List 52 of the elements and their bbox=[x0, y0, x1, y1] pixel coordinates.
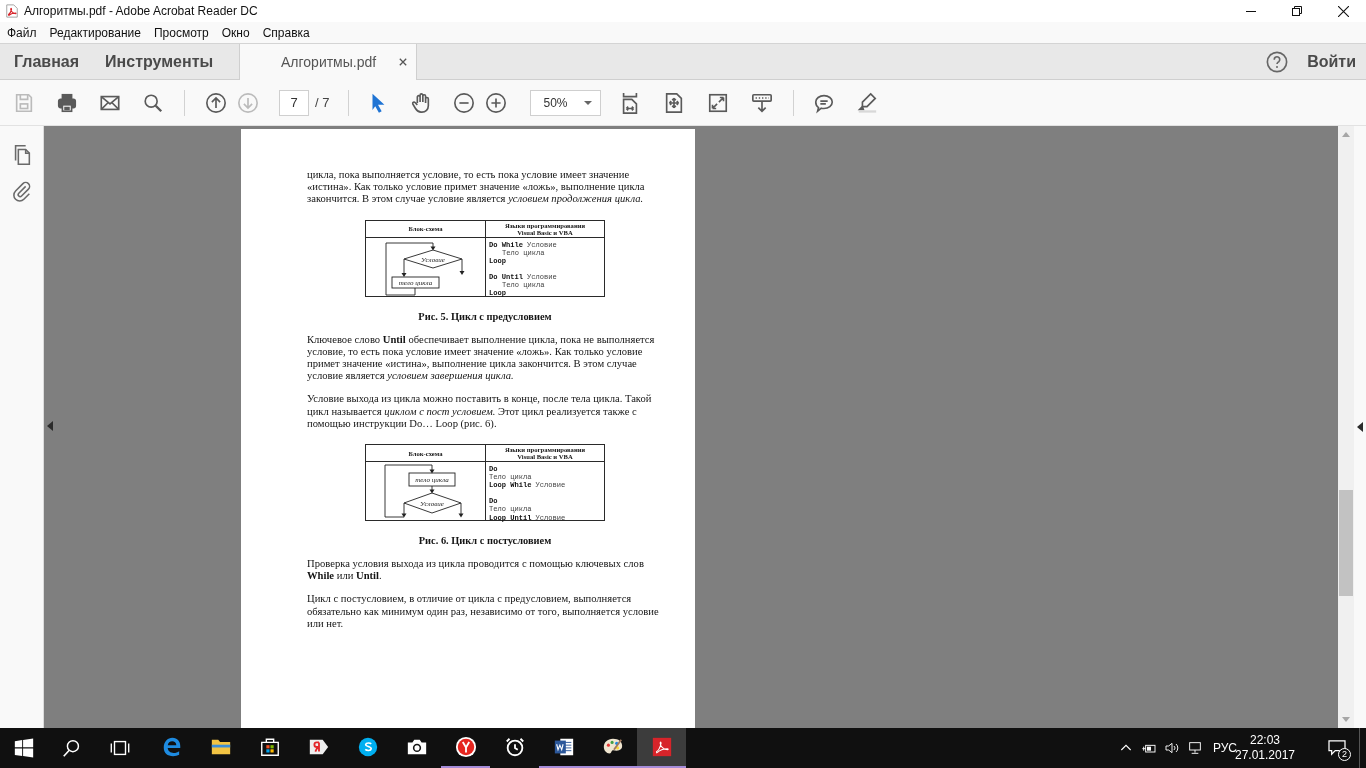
word-document-icon bbox=[552, 736, 575, 758]
speech-bubble-icon bbox=[1328, 740, 1346, 756]
window-title: Алгоритмы.pdf - Adobe Acrobat Reader DC bbox=[24, 4, 258, 18]
arrow-up-circle-icon bbox=[205, 91, 227, 114]
speaker-icon bbox=[1164, 740, 1181, 756]
close-icon bbox=[1337, 5, 1349, 17]
notification-count: 2 bbox=[1338, 748, 1351, 761]
paragraph: цикла, пока выполняется условие, то есть пока условие имеет значение «истина». Как только условие примет значение «ложь», выполнение цикла закончится. В этом случае условие является условием продолжения цикла. bbox=[307, 169, 646, 206]
notifications-button[interactable]: 2 bbox=[1317, 728, 1357, 768]
figure-caption: Рис. 6. Цикл с постусловием bbox=[417, 535, 553, 548]
page-count-label: / 7 bbox=[315, 95, 330, 110]
restore-icon bbox=[1292, 6, 1302, 16]
plus-circle-icon bbox=[485, 91, 508, 114]
document-tab[interactable]: Алгоритмы.pdf bbox=[239, 44, 417, 80]
minimize-icon bbox=[1246, 10, 1256, 12]
search-icon bbox=[142, 91, 164, 114]
close-tab-icon[interactable] bbox=[399, 58, 407, 66]
menu-item[interactable]: Файл bbox=[2, 23, 42, 42]
arrow-down-circle-icon bbox=[237, 91, 259, 114]
menu-item[interactable]: Редактирование bbox=[44, 23, 146, 42]
marker-icon bbox=[856, 91, 879, 114]
pdf-file-icon bbox=[5, 3, 19, 19]
figure-caption: Рис. 5. Цикл с предусловием bbox=[417, 310, 553, 323]
paperclip-icon bbox=[10, 180, 33, 202]
paragraph: Цикл с постусловием, в отличие от цикла с предусловием, выполняется обязательно как минимум один раз, независимо от того, выполняется условие или нет. bbox=[307, 593, 660, 631]
windows-logo-icon bbox=[13, 737, 35, 759]
caret-down-icon bbox=[584, 100, 593, 105]
printer-icon bbox=[56, 91, 78, 114]
clock-time: 22:03 bbox=[1250, 733, 1280, 748]
shopping-bag-icon bbox=[258, 736, 281, 758]
s-logo-icon bbox=[356, 736, 379, 758]
nav-tab[interactable]: Главная bbox=[0, 44, 92, 79]
network-icon bbox=[1187, 740, 1204, 756]
help-icon[interactable] bbox=[1266, 50, 1289, 73]
paragraph: Условие выхода из цикла можно поставить в конце, после тела цикла. Такой цикл называется циклом с пост условием. Этот цикл реализуется также с помощью инструкции Do… Loop (рис. 6). bbox=[307, 393, 653, 431]
pdf-app-icon bbox=[650, 736, 673, 758]
menu-item[interactable]: Просмотр bbox=[148, 23, 214, 42]
caret-left-icon[interactable] bbox=[1357, 422, 1363, 432]
expand-arrows-icon bbox=[707, 91, 730, 114]
sign-in-button[interactable]: Войти bbox=[1307, 52, 1356, 71]
paragraph: Проверка условия выхода из цикла проводится с помощью ключевых слов While или Until. bbox=[307, 558, 645, 583]
minus-circle-icon bbox=[453, 91, 476, 114]
page-number-field[interactable]: 7 bbox=[279, 89, 309, 116]
nav-tab[interactable]: Инструменты bbox=[91, 44, 226, 79]
zoom-dropdown[interactable]: 50% bbox=[530, 89, 602, 116]
ruler-down-arrow-icon bbox=[751, 91, 774, 114]
y-logo-icon bbox=[454, 736, 477, 758]
menu-item[interactable]: Окно bbox=[216, 23, 255, 42]
menu-item[interactable]: Справка bbox=[257, 23, 315, 42]
paragraph: Ключевое слово Until обеспечивает выполнение цикла, пока не выполняется условие, то есть пока условие имеет значение «ложь». Как только условие примет значение «истина», выполнение цикла закончится. В этом случае условие является условием завершения цикла. bbox=[307, 333, 656, 383]
alarm-clock-icon bbox=[503, 736, 526, 758]
scrollbar-thumb[interactable] bbox=[1339, 490, 1353, 596]
